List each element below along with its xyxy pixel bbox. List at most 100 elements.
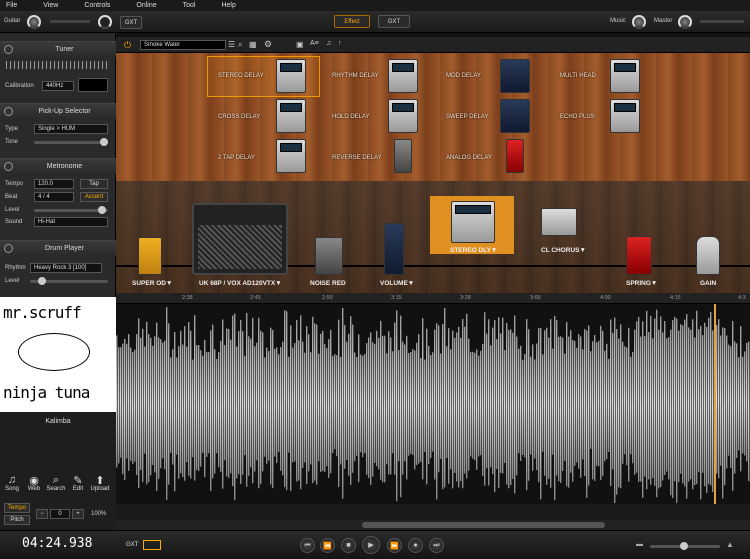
noise-red-pedal-icon[interactable]	[315, 237, 343, 275]
music-volume-knob[interactable]	[632, 15, 646, 29]
preset-name-field[interactable]: Smoke Water	[140, 40, 226, 50]
fx-analog-delay-label[interactable]: ANALOG DELAY	[446, 155, 492, 161]
upload-button[interactable]: ⬆ Upload	[90, 474, 110, 492]
menu-help[interactable]: Help	[221, 2, 235, 9]
vox-amp-icon[interactable]	[192, 203, 288, 275]
waveform-view[interactable]	[116, 304, 750, 504]
tab-effect[interactable]: Effect	[334, 15, 370, 28]
web-button[interactable]: ◉ Web	[24, 474, 44, 492]
skip-end-button[interactable]: ⏭	[429, 538, 444, 553]
pitch-mode-button[interactable]: Pitch	[4, 515, 30, 525]
preset-settings-icon[interactable]: ⚙	[264, 39, 272, 50]
timeline-ruler[interactable]: 2:38 2:45 2:50 3:15 3:28 3:65 4:00 4:15 …	[116, 293, 750, 304]
stereo-dly-pedal-icon[interactable]	[451, 201, 495, 243]
fx-2tap-delay-label[interactable]: 2 TAP DELAY	[218, 155, 255, 161]
rewind-button[interactable]: ⏪	[320, 538, 335, 553]
fx-reverse-delay-label[interactable]: REVERSE DELAY	[332, 155, 382, 161]
analog-delay-pedal-icon[interactable]	[506, 139, 524, 173]
preset-grid-icon[interactable]: ▦	[249, 40, 257, 49]
rhythm-select[interactable]: Heavy Rock 3 [100]	[30, 263, 102, 273]
play-button[interactable]: ▶	[362, 536, 380, 554]
chain-label-stereo-dly[interactable]: STEREO DLY▼	[450, 247, 497, 254]
chain-label-spring[interactable]: SPRING▼	[626, 280, 657, 287]
drum-power-icon[interactable]	[4, 244, 13, 253]
stop-button[interactable]: ■	[341, 538, 356, 553]
playhead[interactable]	[714, 304, 716, 504]
metronome-level-slider[interactable]	[34, 206, 108, 214]
metronome-power-icon[interactable]	[4, 162, 13, 171]
fx-multi-head-label[interactable]: MULTI HEAD	[560, 73, 596, 79]
gxt-button[interactable]: GXT	[120, 16, 142, 29]
menu-controls[interactable]: Controls	[84, 2, 110, 9]
multi-head-pedal-icon[interactable]	[610, 59, 640, 93]
zoom-slider[interactable]	[650, 542, 720, 550]
cross-delay-pedal-icon[interactable]	[276, 99, 306, 133]
gain-pedal-icon[interactable]	[696, 236, 720, 275]
horizontal-scrollbar[interactable]	[116, 520, 750, 530]
menu-online[interactable]: Online	[136, 2, 156, 9]
cl-chorus-pedal-icon[interactable]	[541, 208, 577, 236]
tuner-power-icon[interactable]	[4, 45, 13, 54]
preset-search-icon[interactable]: ⌕	[238, 40, 242, 50]
sound-select[interactable]: Hi-Hat	[34, 217, 108, 227]
fx-echo-plus-label[interactable]: ECHO PLUS	[560, 114, 595, 120]
chain-label-cl-chorus[interactable]: CL CHORUS▼	[541, 247, 586, 254]
chain-label-super-od[interactable]: SUPER OD▼	[132, 280, 172, 287]
accent-button[interactable]: Accent	[80, 192, 108, 202]
spring-reverb-pedal-icon[interactable]	[626, 236, 652, 275]
master-volume-knob[interactable]	[678, 15, 692, 29]
tempo-field[interactable]: 120.0	[34, 179, 74, 189]
loop-icon[interactable]	[143, 540, 161, 550]
fx-mod-delay-label[interactable]: MOD DELAY	[446, 73, 481, 79]
rhythm-delay-pedal-icon[interactable]	[388, 59, 418, 93]
scrollbar-thumb[interactable]	[362, 522, 605, 528]
2tap-delay-pedal-icon[interactable]	[276, 139, 306, 173]
fx-cross-delay-label[interactable]: CROSS DELAY	[218, 114, 260, 120]
super-od-pedal-icon[interactable]	[138, 237, 162, 275]
calibration-field[interactable]: 440Hz	[42, 81, 74, 91]
echo-plus-pedal-icon[interactable]	[610, 99, 640, 133]
menu-view[interactable]: View	[43, 2, 58, 9]
upload-preset-icon[interactable]: ↑	[338, 40, 342, 47]
search-button[interactable]: ⌕ Search	[46, 474, 66, 492]
tab-gxt[interactable]: GXT	[378, 15, 410, 28]
music-note-icon[interactable]: ♫	[326, 40, 331, 47]
tempo-decrease-button[interactable]: −	[36, 509, 48, 519]
rewind-start-button[interactable]: ⏮	[300, 538, 315, 553]
edit-button[interactable]: ✎ Edit	[68, 474, 88, 492]
tap-button[interactable]: Tap	[80, 179, 108, 189]
pickup-tone-slider[interactable]	[34, 138, 108, 146]
fx-rhythm-delay-label[interactable]: RHYTHM DELAY	[332, 73, 379, 79]
fx-sweep-delay-label[interactable]: SWEEP DELAY	[446, 114, 488, 120]
guitar-volume-knob[interactable]	[27, 15, 41, 29]
zoom-out-icon[interactable]: ▬	[636, 541, 643, 548]
menu-file[interactable]: File	[6, 2, 17, 9]
record-button[interactable]: ●	[408, 538, 423, 553]
pickup-power-icon[interactable]	[4, 107, 13, 116]
stereo-delay-pedal-icon[interactable]	[276, 59, 306, 93]
tempo-increase-button[interactable]: +	[72, 509, 84, 519]
chain-label-volume[interactable]: VOLUME▼	[380, 280, 414, 287]
pickup-type-select[interactable]: Single > HUM	[34, 124, 108, 134]
sort-icon[interactable]: A≡	[310, 40, 319, 47]
zoom-in-icon[interactable]: ▲	[726, 540, 734, 549]
song-button[interactable]: ♫ Song	[2, 474, 22, 492]
tempo-value-field[interactable]: 0	[50, 509, 70, 519]
fx-hold-delay-label[interactable]: HOLD DELAY	[332, 114, 370, 120]
hold-delay-pedal-icon[interactable]	[388, 99, 418, 133]
beat-select[interactable]: 4 / 4	[34, 192, 74, 202]
fast-forward-button[interactable]: ⏩	[387, 538, 402, 553]
tempo-mode-button[interactable]: Tempo	[4, 503, 30, 513]
view-toggle-icon[interactable]: ▣	[296, 40, 304, 49]
chain-label-amp[interactable]: UK 68P / VOX AD120VTX▼	[199, 280, 282, 287]
chain-label-noise-red[interactable]: NOISE RED	[310, 280, 346, 287]
sweep-delay-pedal-icon[interactable]	[500, 99, 530, 133]
fx-stereo-delay-label[interactable]: STEREO DELAY	[218, 73, 264, 79]
volume-pedal-icon[interactable]	[384, 223, 404, 275]
preset-list-icon[interactable]: ☰	[228, 40, 235, 49]
preset-power-icon[interactable]: ⏻	[124, 40, 131, 51]
mod-delay-pedal-icon[interactable]	[500, 59, 530, 93]
tuner-knob-icon[interactable]	[98, 15, 112, 29]
menu-tool[interactable]: Tool	[183, 2, 196, 9]
chain-label-gain[interactable]: GAIN	[700, 280, 716, 287]
